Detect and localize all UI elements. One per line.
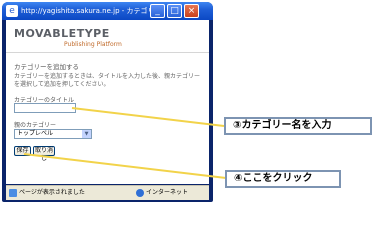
page-content: MOVABLETYPE Publishing Platform カテゴリーを追加… — [6, 20, 209, 184]
page-heading: カテゴリーを追加する — [14, 63, 79, 71]
logo-header: MOVABLETYPE Publishing Platform — [6, 20, 209, 53]
ie-icon: e — [6, 5, 18, 17]
logo-subtitle: Publishing Platform — [64, 41, 122, 48]
callout-step3: ③カテゴリー名を入力 — [224, 117, 372, 135]
browser-popup-window: e http://yagishita.sakura.ne.jp - カテゴリーを… — [2, 2, 213, 202]
save-button[interactable]: 保存 — [14, 146, 31, 156]
cancel-button[interactable]: 取り消し — [33, 146, 55, 162]
parent-category-label: 親のカテゴリー — [14, 122, 57, 129]
security-zone-text: インターネット — [146, 189, 189, 196]
close-button[interactable]: × — [184, 4, 199, 18]
callout-step4: ④ここをクリック — [225, 170, 341, 188]
chevron-down-icon[interactable]: ▼ — [82, 130, 91, 138]
parent-category-select[interactable]: トップレベル ▼ — [14, 129, 92, 139]
globe-icon — [136, 189, 144, 197]
category-title-input[interactable] — [14, 103, 76, 113]
page-description: カテゴリーを追加するときは、タイトルを入力した後、親カテゴリーを選択して追加を押… — [14, 73, 201, 88]
window-title: http://yagishita.sakura.ne.jp - カテゴリーを追加… — [21, 7, 151, 15]
window-titlebar[interactable]: e http://yagishita.sakura.ne.jp - カテゴリーを… — [2, 2, 213, 20]
page-icon — [9, 189, 17, 197]
parent-category-value: トップレベル — [17, 130, 54, 137]
status-text: ページが表示されました — [19, 189, 85, 196]
minimize-button[interactable]: _ — [150, 4, 165, 18]
movabletype-logo: MOVABLETYPE — [14, 27, 110, 40]
maximize-button[interactable]: □ — [167, 4, 182, 18]
status-bar: ページが表示されました インターネット — [6, 185, 209, 200]
